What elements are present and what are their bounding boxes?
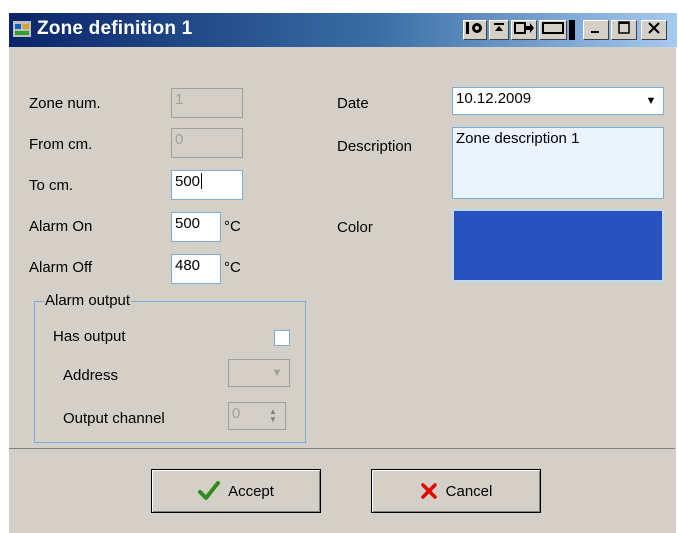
cancel-label: Cancel (445, 482, 493, 500)
from-cm-label: From cm. (29, 136, 93, 153)
description-textarea[interactable]: Zone description 1 (452, 127, 664, 199)
to-cm-value: 500 (175, 173, 201, 190)
alarm-output-legend: Alarm output (44, 292, 132, 309)
window-title: Zone definition 1 (37, 18, 193, 39)
alarm-on-label: Alarm On (29, 218, 93, 235)
output-channel-value: 0 (232, 405, 241, 422)
date-value: 10.12.2009 (456, 90, 532, 107)
zone-num-field: 1 (171, 88, 243, 118)
alarm-off-field[interactable]: 480 (171, 254, 221, 284)
alarm-on-field[interactable]: 500 (171, 212, 221, 242)
date-label: Date (337, 95, 369, 112)
address-label: Address (63, 367, 119, 384)
app-icon (13, 21, 31, 37)
accept-label: Accept (228, 482, 274, 500)
has-output-checkbox[interactable] (274, 330, 290, 346)
alarm-off-label: Alarm Off (29, 259, 93, 276)
maximize-icon[interactable] (611, 20, 637, 40)
address-select: ▼ (228, 359, 290, 387)
cancel-button[interactable]: Cancel (371, 469, 541, 513)
dock-icon[interactable] (511, 20, 537, 40)
title-bar[interactable]: Zone definition 1 (9, 13, 677, 47)
rollup-icon[interactable] (463, 20, 487, 40)
alarm-off-unit: °C (224, 259, 241, 276)
form-panel: Zone num. 1 From cm. 0 To cm. 500 Alarm … (9, 49, 675, 449)
accept-button[interactable]: Accept (151, 469, 321, 513)
date-picker[interactable]: 10.12.2009 ▼ (452, 87, 664, 115)
chevron-down-icon[interactable]: ▼ (641, 90, 661, 112)
text-cursor (201, 173, 203, 189)
stretch-icon[interactable] (539, 20, 567, 40)
pin-icon[interactable] (489, 20, 509, 40)
chevron-down-icon: ▼ (271, 367, 283, 379)
x-icon (420, 483, 437, 499)
close-icon[interactable] (641, 20, 667, 40)
minimize-icon[interactable] (583, 20, 609, 40)
color-label: Color (337, 219, 373, 236)
from-cm-field: 0 (171, 128, 243, 158)
to-cm-label: To cm. (29, 177, 74, 194)
dialog-window: Zone definition 1 Zone num. 1 From cm. 0 (8, 12, 677, 533)
description-label: Description (337, 138, 413, 155)
output-channel-label: Output channel (63, 410, 165, 427)
separator-icon (569, 20, 575, 40)
alarm-output-group: Alarm output Has output Address ▼ Output… (34, 292, 306, 443)
color-swatch[interactable] (452, 209, 664, 282)
output-channel-stepper: 0 ▲ ▼ (228, 402, 286, 430)
to-cm-field[interactable]: 500 (171, 170, 243, 200)
spinner-icon: ▲ ▼ (269, 407, 277, 424)
has-output-label: Has output (53, 328, 126, 345)
alarm-on-unit: °C (224, 218, 241, 235)
zone-num-label: Zone num. (29, 95, 101, 112)
checkmark-icon (198, 481, 221, 500)
